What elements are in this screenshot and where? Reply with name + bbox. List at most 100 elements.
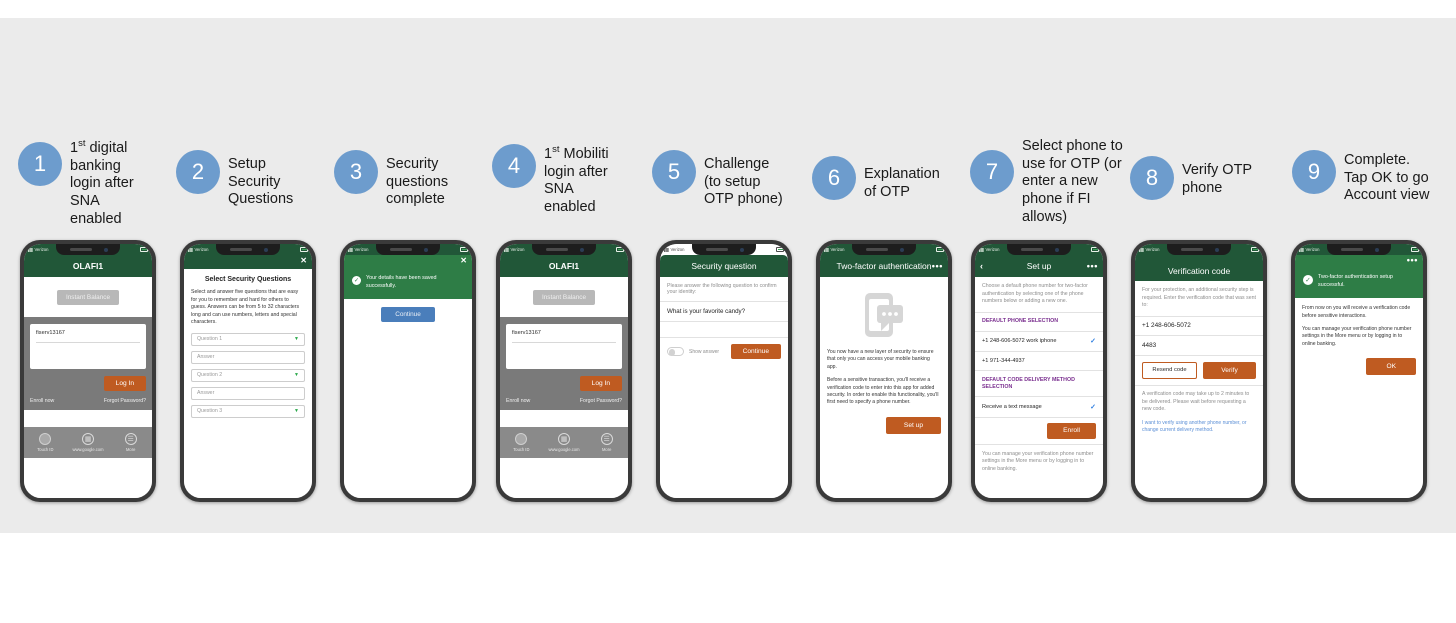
delivery-option-text-message[interactable]: Receive a text message ✓: [975, 397, 1103, 417]
chevron-down-icon: ▼: [294, 408, 299, 415]
phone-notch: [852, 244, 916, 255]
tab-label: More: [602, 446, 612, 452]
app-title: OLAFI1: [72, 261, 104, 271]
login-button[interactable]: Log In: [103, 376, 146, 391]
username-input[interactable]: fiserv13167: [36, 330, 140, 342]
tab-touch-id[interactable]: Touch ID: [500, 433, 543, 452]
password-input[interactable]: [512, 343, 616, 359]
enroll-button[interactable]: Enroll: [1047, 422, 1096, 439]
step-8-label: Verify OTP phone: [1182, 162, 1253, 196]
battery-icon: [936, 247, 945, 252]
question-2-select[interactable]: Question 2 ▼: [191, 368, 305, 382]
verification-description: For your protection, an additional secur…: [1142, 287, 1256, 309]
phone-option-2[interactable]: +1 971-344-4937: [975, 352, 1103, 370]
answer-2-input[interactable]: Answer: [191, 386, 305, 400]
verification-phone-number: +1 248-606-5072: [1142, 322, 1191, 330]
overflow-menu-icon[interactable]: •••: [1087, 261, 1098, 271]
phone-screen-3-details-saved: Verizon ✕ ✓ Your details have been saved…: [340, 240, 476, 502]
page-description: Select and answer five questions that ar…: [191, 289, 300, 326]
step-6-number: 6: [812, 156, 856, 200]
phone-option-1[interactable]: +1 248-606-5072 work iphone ✓: [975, 331, 1103, 351]
carrier-label: Verizon: [985, 247, 1000, 252]
enroll-now-link[interactable]: Enroll now: [30, 398, 54, 404]
check-icon: ✓: [1090, 338, 1096, 346]
hamburger-icon: ☰: [124, 433, 137, 446]
tab-label: More: [126, 446, 136, 452]
back-chevron-icon[interactable]: ‹: [980, 261, 983, 271]
overflow-menu-icon[interactable]: •••: [1407, 255, 1418, 265]
instant-balance-button[interactable]: Instant Balance: [532, 289, 596, 305]
tab-label: Touch ID: [513, 446, 530, 452]
login-body: Instant Balance fiserv13167 Log In Enrol…: [24, 277, 152, 498]
verification-code-input[interactable]: 4483: [1135, 336, 1263, 355]
overflow-menu-icon[interactable]: •••: [932, 261, 943, 271]
setup-description: Choose a default phone number for two-fa…: [982, 283, 1088, 305]
continue-button[interactable]: Continue: [381, 307, 435, 323]
show-answer-toggle[interactable]: [667, 347, 684, 357]
instant-balance-button[interactable]: Instant Balance: [56, 289, 120, 305]
tab-more[interactable]: ☰ More: [585, 433, 628, 452]
tab-label: www.google.com: [548, 446, 580, 452]
page-title: Verification code: [1167, 266, 1231, 276]
answer-input[interactable]: [660, 322, 788, 337]
carrier-label: Verizon: [670, 247, 685, 252]
ok-button[interactable]: OK: [1366, 358, 1416, 375]
alternate-verification-link[interactable]: I want to verify using another phone num…: [1135, 420, 1263, 435]
phone-notch: [1167, 244, 1231, 255]
tab-touch-id[interactable]: Touch ID: [24, 433, 67, 452]
verify-button[interactable]: Verify: [1203, 361, 1256, 379]
carrier-label: Verizon: [830, 247, 845, 252]
step-5-label: Challenge (to setup OTP phone): [704, 156, 783, 208]
step-7: 7 Select phone to use for OTP (or enter …: [970, 130, 1130, 226]
tab-more[interactable]: ☰ More: [109, 433, 152, 452]
question-3-select[interactable]: Question 3 ▼: [191, 404, 305, 418]
chevron-down-icon: ▼: [294, 372, 299, 379]
setup-footer-note: You can manage your verification phone n…: [982, 450, 1094, 472]
step-2: 2 Setup Security Questions: [176, 148, 321, 209]
success-banner: ✓ Two-factor authentication setup succes…: [1295, 267, 1423, 299]
security-questions-body: Select Security Questions Select and ans…: [184, 276, 312, 498]
default-phone-section-header: DEFAULT PHONE SELECTION: [982, 318, 1059, 325]
battery-icon: [1251, 247, 1260, 252]
step-4-number: 4: [492, 144, 536, 188]
slide-canvas: 1 1st digital banking login after SNA enable…: [0, 0, 1456, 623]
page-title: Two-factor authentication: [836, 261, 932, 271]
answer-1-input[interactable]: Answer: [191, 350, 305, 364]
step-6: 6 Explanation of OTP: [812, 156, 957, 201]
phone-screen-2-security-questions: Verizon ✕ Select Security Questions Sele…: [180, 240, 316, 502]
carrier-label: Verizon: [1305, 247, 1320, 252]
carrier-label: Verizon: [1145, 247, 1160, 252]
step-4-label: 1st Mobiliti login after SNA enabled: [544, 144, 609, 215]
app-header: Security question: [660, 255, 788, 277]
field-placeholder: Answer: [197, 354, 215, 361]
question-1-select[interactable]: Question 1 ▼: [191, 332, 305, 346]
step-2-number: 2: [176, 150, 220, 194]
password-input[interactable]: [36, 343, 140, 359]
login-button[interactable]: Log In: [579, 376, 622, 391]
continue-button[interactable]: Continue: [730, 344, 781, 360]
resend-code-button[interactable]: Resend code: [1142, 361, 1197, 379]
tab-browser[interactable]: ▦ www.google.com: [67, 433, 110, 452]
step-3: 3 Security questions complete: [334, 148, 484, 209]
close-icon[interactable]: ✕: [300, 256, 307, 265]
bottom-tab-bar: Touch ID ▦ www.google.com ☰ More: [24, 427, 152, 458]
username-input[interactable]: fiserv13167: [512, 330, 616, 342]
phone-notch: [376, 244, 440, 255]
phone-screen-4-login: Verizon OLAFI1 Instant Balance fiserv131…: [496, 240, 632, 502]
forgot-password-link[interactable]: Forgot Password?: [580, 398, 622, 404]
set-up-button[interactable]: Set up: [885, 416, 941, 434]
page-title: Set up: [1026, 261, 1052, 271]
spacer-strip: [500, 410, 628, 427]
tab-browser[interactable]: ▦ www.google.com: [543, 433, 586, 452]
complete-body: ✓ Two-factor authentication setup succes…: [1295, 267, 1423, 498]
enroll-now-link[interactable]: Enroll now: [506, 398, 530, 404]
field-placeholder: Question 1: [197, 336, 223, 343]
phone-notch: [692, 244, 756, 255]
close-icon[interactable]: ✕: [460, 256, 467, 265]
phone-screen-6-otp-explanation: Verizon Two-factor authentication ••• Yo…: [816, 240, 952, 502]
forgot-password-link[interactable]: Forgot Password?: [104, 398, 146, 404]
delivery-option-label: Receive a text message: [982, 404, 1042, 410]
success-message: Two-factor authentication setup successf…: [1318, 274, 1393, 288]
challenge-prompt: Please answer the following question to …: [667, 283, 777, 295]
app-header: ‹ Set up •••: [975, 255, 1103, 277]
